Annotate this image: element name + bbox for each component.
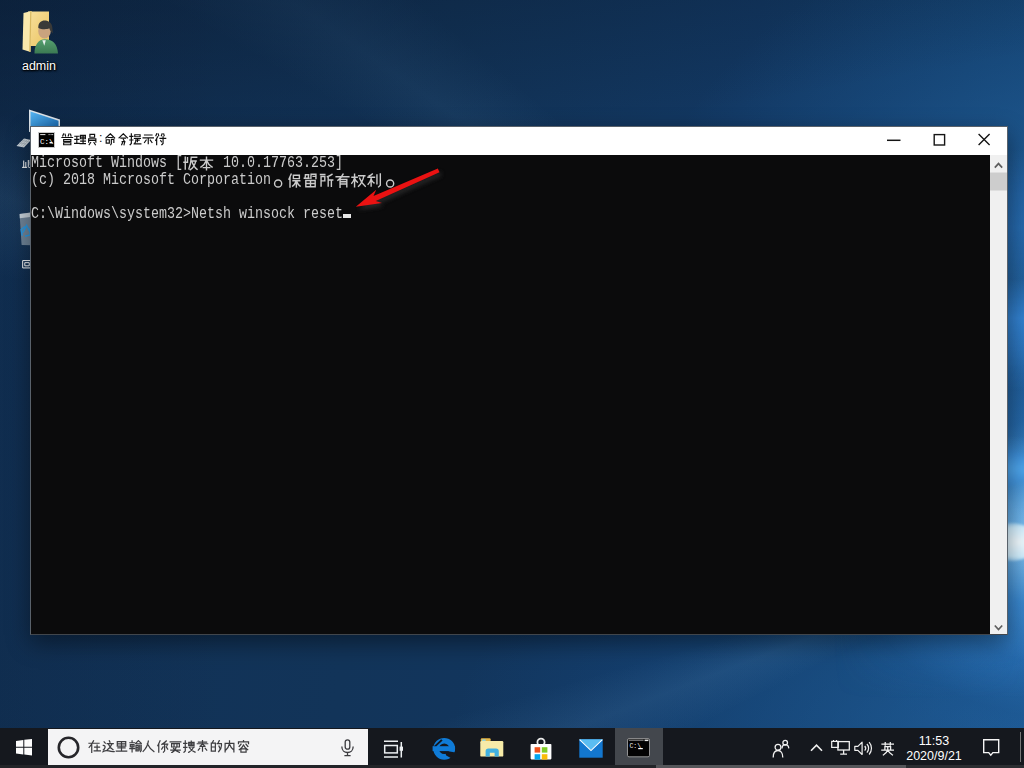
svg-text:C:\: C:\ (40, 138, 54, 146)
